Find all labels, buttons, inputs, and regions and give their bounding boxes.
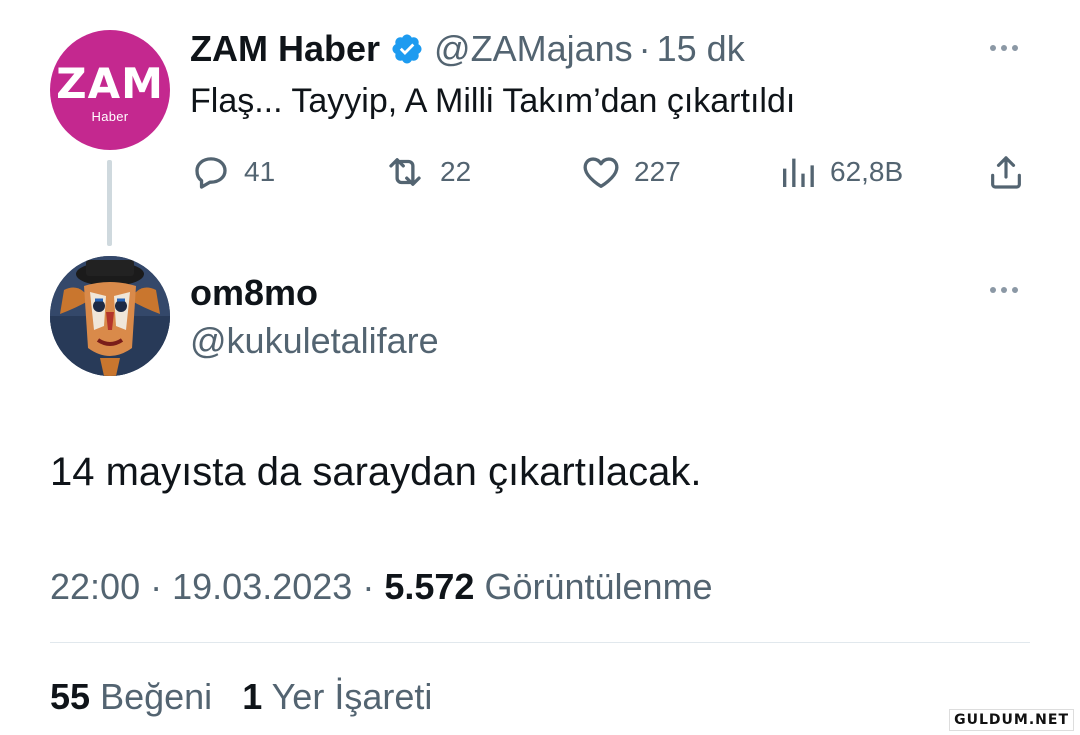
retweet-button[interactable]: 22 [382,148,471,196]
likes-count: 55 [50,676,91,717]
share-icon [991,156,1021,189]
like-count: 227 [634,156,681,187]
share-button[interactable] [986,148,1026,196]
tweet-date[interactable]: 19.03.2023 [172,566,352,607]
retweet-icon [389,158,421,186]
views-count: 5.572 [384,566,475,607]
avatar-logo-text: ZAM [56,58,164,108]
parent-tweet-text: Flaş... Tayyip, A Milli Takım’dan çıkart… [190,82,796,120]
tweet-action-bar: 41 22 227 62,8B [190,148,1030,196]
reply-icon [195,157,227,189]
bookmarks-stat[interactable]: 1 Yer İşareti [242,676,432,717]
parent-tweet-header: ZAM Haber @ZAMajans · 15 dk [190,28,745,70]
reply-handle[interactable]: @kukuletalifare [190,320,439,362]
parent-timestamp[interactable]: 15 dk [657,28,745,70]
bookmarks-label: Yer İşareti [271,676,433,717]
reply-display-name[interactable]: om8mo [190,272,318,314]
likes-label: Beğeni [100,676,213,717]
separator-dot: · [638,28,651,69]
bookmarks-count: 1 [242,676,263,717]
clown-portrait-icon [50,256,170,376]
separator-dot: · [150,566,163,607]
zam-haber-avatar[interactable]: ZAM Haber [50,30,170,150]
parent-display-name[interactable]: ZAM Haber [190,28,380,70]
reply-button[interactable]: 41 [190,148,275,196]
reply-count: 41 [244,156,276,187]
parent-handle[interactable]: @ZAMajans [434,28,633,70]
separator-dot: · [362,566,375,607]
more-options-icon[interactable] [990,45,1018,51]
reply-tweet-text: 14 mayısta da saraydan çıkartılacak. [50,450,702,494]
views-count: 62,8B [830,156,904,187]
thread-connector-line [107,160,112,246]
avatar-logo-subtext: Haber [91,108,129,124]
more-options-icon[interactable] [990,287,1018,293]
tweet-meta-line: 22:00 · 19.03.2023 · 5.572 Görüntülenme [50,566,713,608]
site-watermark: GULDUM.NET [949,709,1074,731]
like-button[interactable]: 227 [580,148,681,196]
tweet-time[interactable]: 22:00 [50,566,140,607]
heart-icon [583,157,619,189]
analytics-icon [783,158,814,187]
retweet-count: 22 [440,156,472,187]
views-label: Görüntülenme [484,566,713,607]
likes-stat[interactable]: 55 Beğeni [50,676,222,717]
engagement-stats: 55 Beğeni 1 Yer İşareti [50,676,432,718]
om8mo-avatar[interactable] [50,256,170,376]
verified-badge-icon [392,34,422,64]
views-button[interactable]: 62,8B [778,148,903,196]
divider [50,642,1030,643]
